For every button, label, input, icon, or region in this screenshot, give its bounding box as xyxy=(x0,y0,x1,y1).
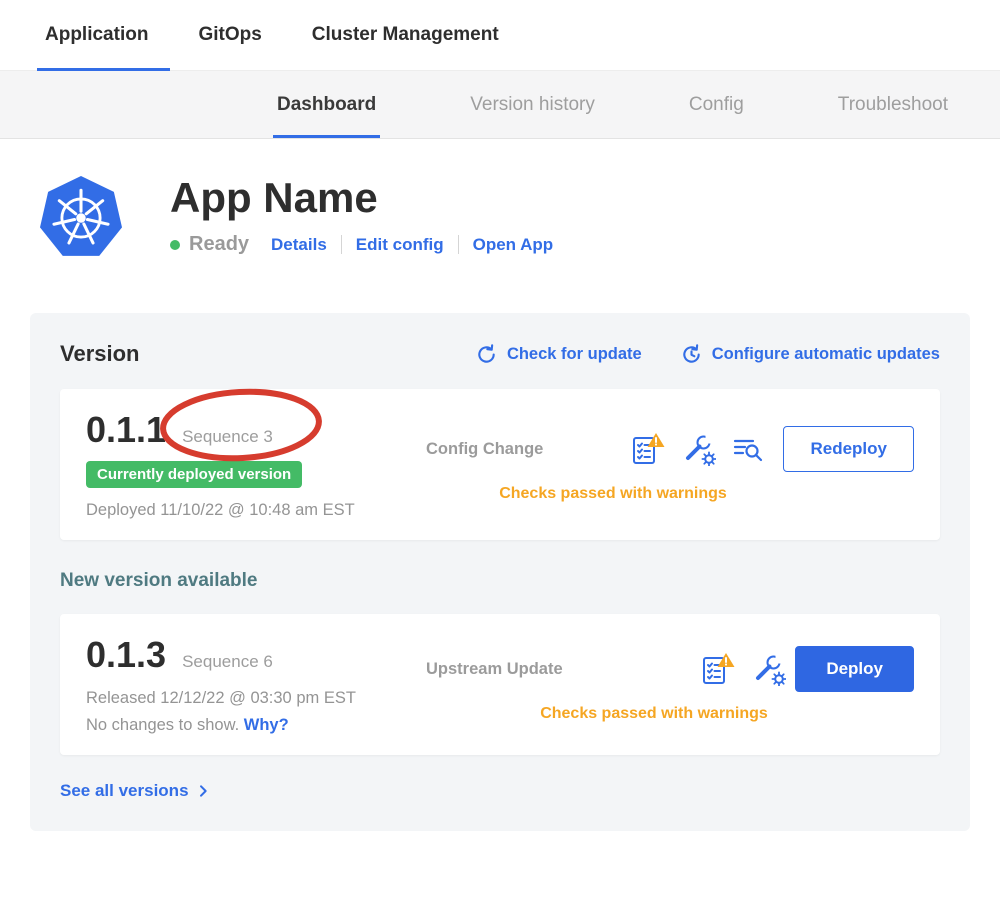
tab-application[interactable]: Application xyxy=(45,0,148,70)
details-link[interactable]: Details xyxy=(271,235,327,255)
configure-automatic-updates-button[interactable]: Configure automatic updates xyxy=(680,343,940,366)
open-app-link[interactable]: Open App xyxy=(473,235,554,255)
top-nav: Application GitOps Cluster Management xyxy=(0,0,1000,71)
new-version-card: 0.1.3 Sequence 6 Released 12/12/22 @ 03:… xyxy=(60,614,940,755)
preflight-checks-icon[interactable] xyxy=(630,432,666,466)
new-change-type: Upstream Update xyxy=(426,660,596,679)
new-checks-status: Checks passed with warnings xyxy=(426,705,914,723)
tab-gitops[interactable]: GitOps xyxy=(198,0,261,70)
version-heading: Version xyxy=(60,341,139,367)
auto-update-clock-icon xyxy=(680,343,703,366)
current-version-status: Config Change xyxy=(426,409,914,520)
config-wrench-icon[interactable] xyxy=(682,432,716,466)
new-version-info: 0.1.3 Sequence 6 Released 12/12/22 @ 03:… xyxy=(86,634,426,735)
version-line: 0.1.3 Sequence 6 xyxy=(86,634,426,676)
no-changes-text: No changes to show. xyxy=(86,716,239,734)
current-version-number: 0.1.1 xyxy=(86,409,166,451)
app-status: Ready xyxy=(189,233,249,256)
tab-config[interactable]: Config xyxy=(689,71,744,138)
tab-troubleshoot[interactable]: Troubleshoot xyxy=(838,71,948,138)
current-version-status-row: Config Change xyxy=(426,426,914,472)
link-divider xyxy=(458,235,459,254)
new-version-status: Upstream Update xyxy=(426,634,914,735)
refresh-icon xyxy=(475,343,498,366)
preflight-checks-icon[interactable] xyxy=(700,652,736,686)
current-version-card: 0.1.1 Sequence 3 Currently deployed vers… xyxy=(60,389,940,540)
no-changes-line: No changes to show. Why? xyxy=(86,716,426,735)
current-checks-status: Checks passed with warnings xyxy=(426,485,914,503)
version-section: Version Check for update Configure autom… xyxy=(30,313,970,831)
config-wrench-icon[interactable] xyxy=(752,652,786,686)
version-actions: Check for update Configure automatic upd… xyxy=(475,343,940,366)
new-sequence-label: Sequence 6 xyxy=(182,652,273,672)
app-sub-nav: Dashboard Version history Config Trouble… xyxy=(0,71,1000,139)
configure-automatic-updates-label: Configure automatic updates xyxy=(712,345,940,364)
current-check-icons xyxy=(630,432,764,466)
new-version-available-heading: New version available xyxy=(60,570,940,592)
app-header-text: App Name Ready Details Edit config Open … xyxy=(170,175,553,256)
new-version-status-row: Upstream Update xyxy=(426,646,914,692)
see-all-versions-label: See all versions xyxy=(60,781,189,801)
tab-dashboard[interactable]: Dashboard xyxy=(277,71,376,138)
currently-deployed-badge: Currently deployed version xyxy=(86,461,302,488)
edit-config-link[interactable]: Edit config xyxy=(356,235,444,255)
app-title: App Name xyxy=(170,175,553,221)
app-header: App Name Ready Details Edit config Open … xyxy=(0,139,1000,261)
tab-version-history[interactable]: Version history xyxy=(470,71,595,138)
app-status-row: Ready Details Edit config Open App xyxy=(170,233,553,256)
kubernetes-logo-icon xyxy=(38,175,124,261)
check-for-update-label: Check for update xyxy=(507,345,642,364)
view-diff-icon[interactable] xyxy=(732,434,764,464)
current-change-type: Config Change xyxy=(426,440,596,459)
chevron-right-icon xyxy=(195,783,211,799)
redeploy-button[interactable]: Redeploy xyxy=(783,426,914,472)
check-for-update-button[interactable]: Check for update xyxy=(475,343,642,366)
version-line: 0.1.1 Sequence 3 xyxy=(86,409,426,451)
see-all-versions-link[interactable]: See all versions xyxy=(60,781,940,801)
current-sequence-label: Sequence 3 xyxy=(182,427,273,447)
version-section-header: Version Check for update Configure autom… xyxy=(60,341,940,367)
ready-status-dot-icon xyxy=(170,240,180,250)
link-divider xyxy=(341,235,342,254)
deployed-date: Deployed 11/10/22 @ 10:48 am EST xyxy=(86,501,426,520)
new-check-icons xyxy=(700,652,786,686)
why-link[interactable]: Why? xyxy=(244,716,289,734)
tab-cluster-management[interactable]: Cluster Management xyxy=(312,0,499,70)
deploy-button[interactable]: Deploy xyxy=(795,646,914,692)
new-version-number: 0.1.3 xyxy=(86,634,166,676)
current-version-info: 0.1.1 Sequence 3 Currently deployed vers… xyxy=(86,409,426,520)
released-date: Released 12/12/22 @ 03:30 pm EST xyxy=(86,689,426,708)
